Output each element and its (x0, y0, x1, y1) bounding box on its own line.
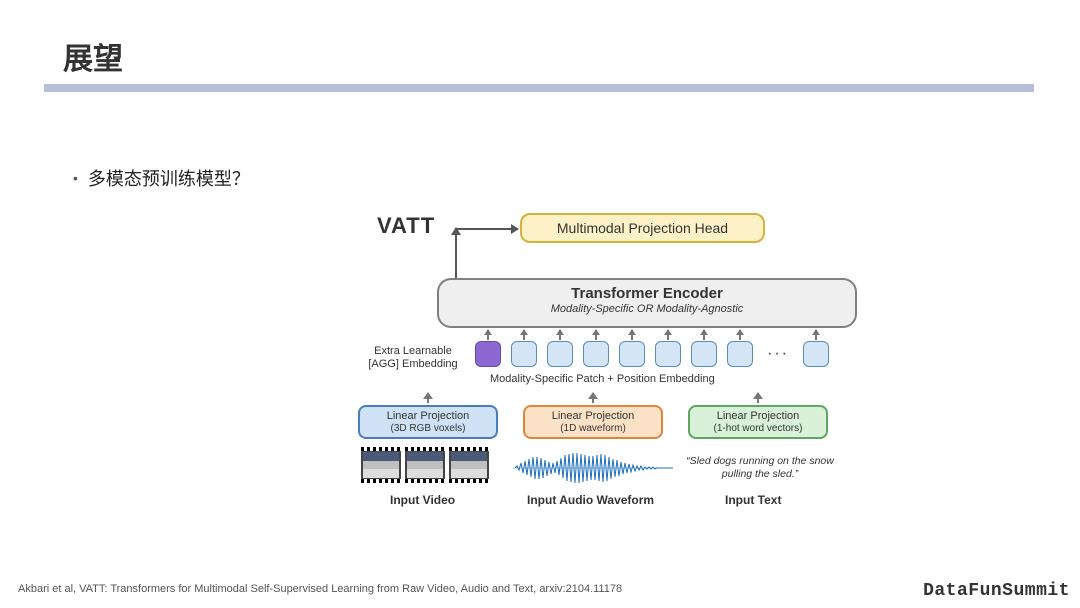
encoder-subtitle: Modality-Specific OR Modality-Agnostic (439, 303, 855, 315)
arrow-text-proj (757, 393, 759, 403)
input-audio-label: Input Audio Waveform (527, 493, 654, 507)
bullet-item: • 多模态预训练模型？ (73, 165, 250, 191)
patch-token (619, 341, 645, 367)
patch-token (547, 341, 573, 367)
video-thumbnails (361, 450, 489, 480)
arrow-encoder-to-head-vertical (455, 228, 457, 278)
video-frame-icon (405, 450, 445, 480)
slide-title: 展望 (63, 34, 123, 78)
ellipsis-icon: ··· (763, 345, 793, 363)
token-row: ··· (475, 340, 829, 368)
arrow-encoder-to-head-horizontal (455, 228, 518, 230)
proj-audio-sub: (1D waveform) (560, 423, 626, 435)
bullet-text: 多模态预训练模型？ (88, 165, 250, 191)
arrow-audio-proj (592, 393, 594, 403)
architecture-diagram: VATT Multimodal Projection Head Transfor… (355, 205, 880, 535)
patch-token (727, 341, 753, 367)
patch-token (803, 341, 829, 367)
input-video-label: Input Video (390, 493, 455, 507)
patch-token (511, 341, 537, 367)
proj-video-title: Linear Projection (387, 410, 470, 423)
linear-projection-audio: Linear Projection (1D waveform) (523, 405, 663, 439)
modality-specific-label: Modality-Specific Patch + Position Embed… (490, 373, 715, 385)
extra-learnable-label: Extra Learnable [AGG] Embedding (355, 345, 471, 371)
linear-projection-text: Linear Projection (1-hot word vectors) (688, 405, 828, 439)
extra-learnable-line1: Extra Learnable (374, 345, 452, 357)
brand-logo: DataFunSummit (923, 581, 1070, 601)
video-frame-icon (361, 450, 401, 480)
patch-token (691, 341, 717, 367)
multimodal-projection-head: Multimodal Projection Head (520, 213, 765, 243)
bullet-dot-icon: • (73, 170, 78, 186)
divider (44, 84, 1034, 92)
proj-video-sub: (3D RGB voxels) (390, 423, 465, 435)
proj-text-sub: (1-hot word vectors) (714, 423, 803, 435)
linear-projection-video: Linear Projection (3D RGB voxels) (358, 405, 498, 439)
extra-learnable-line2: [AGG] Embedding (368, 358, 457, 370)
proj-audio-title: Linear Projection (552, 410, 635, 423)
encoder-title: Transformer Encoder (439, 285, 855, 302)
input-text-label: Input Text (725, 493, 781, 507)
arrow-video-proj (427, 393, 429, 403)
patch-token (583, 341, 609, 367)
vatt-label: VATT (377, 213, 435, 239)
agg-token (475, 341, 501, 367)
proj-text-title: Linear Projection (717, 410, 800, 423)
transformer-encoder: Transformer Encoder Modality-Specific OR… (437, 278, 857, 328)
sample-text-quote: “Sled dogs running on the snow pulling t… (685, 455, 835, 480)
patch-token (655, 341, 681, 367)
audio-waveform-icon (513, 451, 673, 485)
video-frame-icon (449, 450, 489, 480)
citation-text: Akbari et al, VATT: Transformers for Mul… (18, 583, 622, 595)
